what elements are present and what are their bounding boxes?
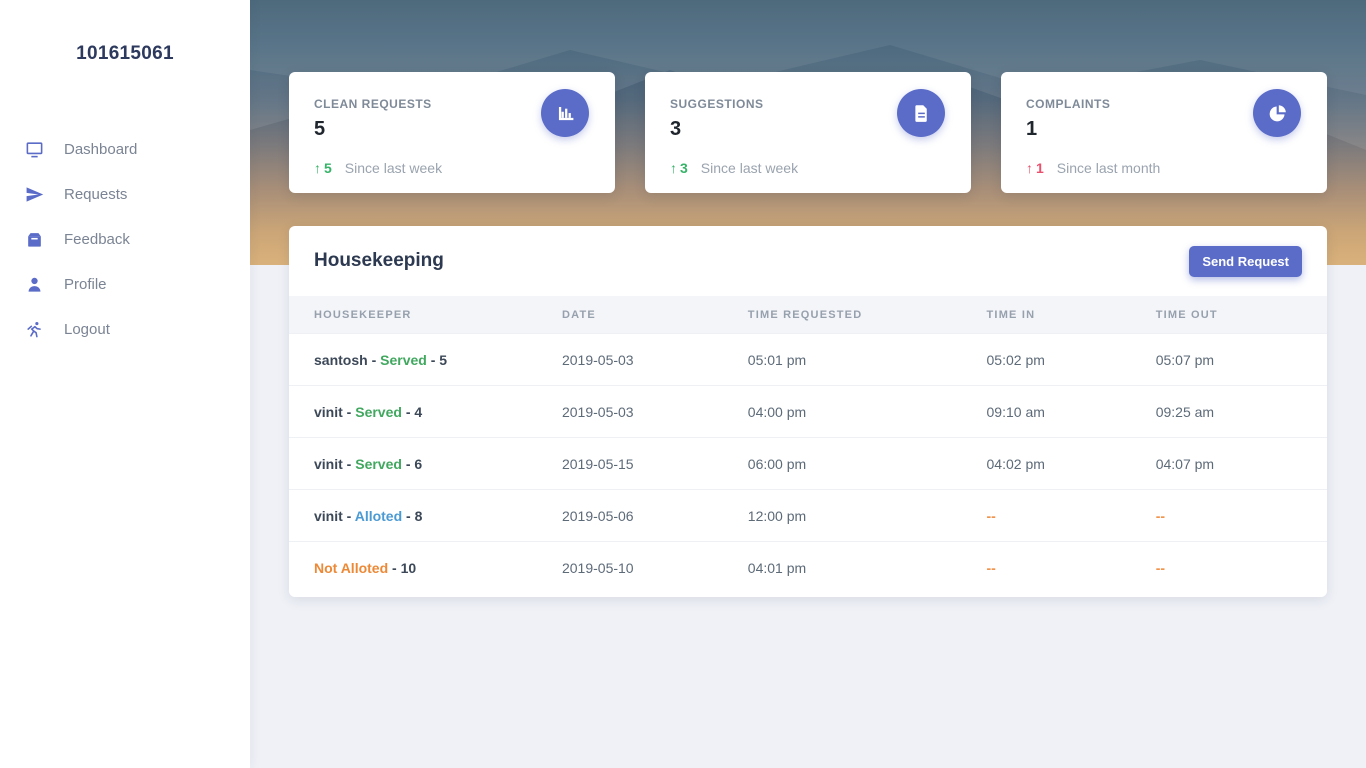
column-header-time-out: TIME OUT: [1155, 296, 1327, 334]
time-in-cell: 04:02 pm: [986, 437, 1156, 490]
time-out-cell: 04:07 pm: [1155, 437, 1327, 490]
time-requested-cell: 04:00 pm: [747, 385, 987, 438]
housekeeping-table-body: santosh - Served - 5 2019-05-03 05:01 pm…: [289, 333, 1327, 594]
bar-chart-icon: [541, 89, 589, 137]
date-cell: 2019-05-03: [561, 333, 748, 386]
delta-caption: Since last week: [344, 160, 443, 176]
stat-card-clean-requests: CLEAN REQUESTS 5 ↑ 5 Since last week: [289, 72, 615, 193]
time-requested-cell: 05:01 pm: [747, 333, 987, 386]
send-request-button[interactable]: Send Request: [1189, 245, 1302, 277]
delta-up-indicator: ↑ 3: [670, 160, 688, 176]
sidebar-menu: Dashboard Requests Feedback Profile Logo…: [0, 127, 250, 351]
arrow-up-icon: ↑: [1026, 160, 1033, 176]
time-in-cell: --: [986, 489, 1156, 542]
time-requested-cell: 04:01 pm: [747, 541, 987, 594]
app-root: 101615061 Dashboard Requests Feedback Pr…: [0, 0, 1366, 768]
stats-row: CLEAN REQUESTS 5 ↑ 5 Since last week SUG…: [289, 72, 1327, 193]
time-requested-cell: 06:00 pm: [747, 437, 987, 490]
sidebar-item-label: Feedback: [64, 230, 130, 248]
content: CLEAN REQUESTS 5 ↑ 5 Since last week SUG…: [250, 0, 1366, 597]
housekeeper-cell: santosh - Served - 5: [289, 333, 562, 386]
table-row: Not Alloted - 10 2019-05-10 04:01 pm -- …: [289, 541, 1327, 594]
date-cell: 2019-05-10: [561, 541, 748, 594]
sidebar-item-logout[interactable]: Logout: [0, 307, 250, 351]
delta-up-indicator: ↑ 1: [1026, 160, 1044, 176]
sidebar-item-label: Logout: [64, 320, 110, 338]
delta-value: 5: [324, 160, 332, 176]
table-header: HOUSEKEEPER DATE TIME REQUESTED TIME IN …: [289, 296, 1327, 334]
housekeeping-header: Housekeeping Send Request: [289, 226, 1327, 296]
housekeeper-cell: vinit - Alloted - 8: [289, 489, 562, 542]
column-header-time-requested: TIME REQUESTED: [747, 296, 987, 334]
housekeeper-cell: vinit - Served - 4: [289, 385, 562, 438]
delta-caption: Since last week: [700, 160, 799, 176]
panel-title: Housekeeping: [314, 250, 444, 271]
sidebar-item-label: Profile: [64, 275, 107, 293]
time-out-cell: 09:25 am: [1155, 385, 1327, 438]
user-icon: [24, 274, 44, 294]
delta-up-indicator: ↑ 5: [314, 160, 332, 176]
arrow-up-icon: ↑: [670, 160, 677, 176]
table-row: vinit - Served - 6 2019-05-15 06:00 pm 0…: [289, 437, 1327, 490]
time-requested-cell: 12:00 pm: [747, 489, 987, 542]
archive-box-icon: [24, 229, 44, 249]
housekeeper-cell: vinit - Served - 6: [289, 437, 562, 490]
time-out-cell: --: [1155, 541, 1327, 594]
column-header-time-in: TIME IN: [986, 296, 1156, 334]
sidebar-item-feedback[interactable]: Feedback: [0, 217, 250, 261]
stat-footer: ↑ 3 Since last week: [670, 160, 798, 176]
running-man-icon: [24, 319, 44, 339]
sidebar-item-profile[interactable]: Profile: [0, 262, 250, 306]
main-area: CLEAN REQUESTS 5 ↑ 5 Since last week SUG…: [250, 0, 1366, 768]
delta-value: 1: [1036, 160, 1044, 176]
delta-caption: Since last month: [1056, 160, 1161, 176]
time-out-cell: 05:07 pm: [1155, 333, 1327, 386]
housekeeper-cell: Not Alloted - 10: [289, 541, 562, 594]
date-cell: 2019-05-03: [561, 385, 748, 438]
column-header-housekeeper: HOUSEKEEPER: [289, 296, 562, 334]
sidebar-item-dashboard[interactable]: Dashboard: [0, 127, 250, 171]
arrow-up-icon: ↑: [314, 160, 321, 176]
monitor-icon: [24, 139, 44, 159]
housekeeping-panel: Housekeeping Send Request HOUSEKEEPER DA…: [289, 226, 1327, 597]
sidebar-item-requests[interactable]: Requests: [0, 172, 250, 216]
stat-card-complaints: COMPLAINTS 1 ↑ 1 Since last month: [1001, 72, 1327, 193]
sidebar-title: 101615061: [76, 43, 174, 64]
table-row: vinit - Served - 4 2019-05-03 04:00 pm 0…: [289, 385, 1327, 438]
time-in-cell: --: [986, 541, 1156, 594]
delta-value: 3: [680, 160, 688, 176]
stat-card-suggestions: SUGGESTIONS 3 ↑ 3 Since last week: [645, 72, 971, 193]
table-row: vinit - Alloted - 8 2019-05-06 12:00 pm …: [289, 489, 1327, 542]
document-icon: [897, 89, 945, 137]
housekeeping-table: HOUSEKEEPER DATE TIME REQUESTED TIME IN …: [289, 296, 1327, 594]
paper-plane-icon: [24, 184, 44, 204]
column-header-date: DATE: [561, 296, 748, 334]
time-in-cell: 09:10 am: [986, 385, 1156, 438]
sidebar-item-label: Dashboard: [64, 140, 138, 158]
sidebar-item-label: Requests: [64, 185, 128, 203]
sidebar: 101615061 Dashboard Requests Feedback Pr…: [0, 0, 250, 768]
stat-footer: ↑ 1 Since last month: [1026, 160, 1160, 176]
date-cell: 2019-05-06: [561, 489, 748, 542]
pie-chart-icon: [1253, 89, 1301, 137]
time-in-cell: 05:02 pm: [986, 333, 1156, 386]
stat-footer: ↑ 5 Since last week: [314, 160, 442, 176]
time-out-cell: --: [1155, 489, 1327, 542]
date-cell: 2019-05-15: [561, 437, 748, 490]
table-row: santosh - Served - 5 2019-05-03 05:01 pm…: [289, 333, 1327, 386]
